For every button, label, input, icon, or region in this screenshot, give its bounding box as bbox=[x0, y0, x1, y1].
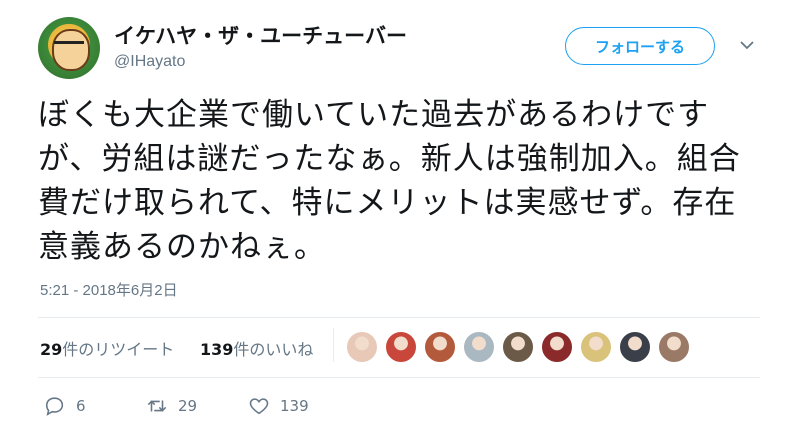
reply-count: 6 bbox=[76, 397, 86, 415]
like-label: 件のいいね bbox=[233, 340, 314, 359]
liker-avatar[interactable] bbox=[346, 331, 378, 363]
liker-avatar[interactable] bbox=[424, 331, 456, 363]
like-action[interactable]: 139 bbox=[248, 395, 309, 417]
retweet-action-count: 29 bbox=[178, 397, 198, 415]
chevron-down-icon[interactable] bbox=[738, 36, 756, 54]
liker-avatar[interactable] bbox=[463, 331, 495, 363]
like-stat[interactable]: 139件のいいね bbox=[200, 336, 313, 360]
tweet-text: ぼくも大企業で働いていた過去があるわけですが、労組は謎だったなぁ。新人は強制加入… bbox=[38, 97, 741, 265]
display-name[interactable]: イケハヤ・ザ・ユーチューバー bbox=[114, 20, 407, 50]
divider-top bbox=[38, 317, 760, 318]
user-handle[interactable]: @IHayato bbox=[114, 53, 185, 71]
like-action-count: 139 bbox=[280, 397, 309, 415]
profile-avatar[interactable] bbox=[38, 17, 100, 79]
like-count: 139 bbox=[200, 340, 234, 359]
retweet-count: 29 bbox=[40, 340, 63, 359]
liker-avatar[interactable] bbox=[580, 331, 612, 363]
avatar-glasses bbox=[54, 41, 84, 52]
heart-icon bbox=[249, 398, 269, 415]
divider-bottom bbox=[38, 377, 760, 378]
follow-button[interactable]: フォローする bbox=[565, 27, 715, 65]
retweet-label: 件のリツイート bbox=[62, 340, 175, 359]
retweet-action[interactable]: 29 bbox=[146, 395, 197, 417]
reply-icon bbox=[45, 397, 64, 416]
liker-avatar[interactable] bbox=[385, 331, 417, 363]
reply-action[interactable]: 6 bbox=[44, 395, 86, 417]
retweet-icon bbox=[147, 400, 167, 412]
liker-avatar[interactable] bbox=[502, 331, 534, 363]
liker-avatar[interactable] bbox=[658, 331, 690, 363]
retweet-stat[interactable]: 29件のリツイート bbox=[40, 336, 174, 360]
likers-avatars[interactable] bbox=[346, 331, 697, 363]
tweet-timestamp[interactable]: 5:21 - 2018年6月2日 bbox=[40, 279, 178, 300]
liker-avatar[interactable] bbox=[541, 331, 573, 363]
stats-separator bbox=[333, 328, 334, 362]
liker-avatar[interactable] bbox=[619, 331, 651, 363]
